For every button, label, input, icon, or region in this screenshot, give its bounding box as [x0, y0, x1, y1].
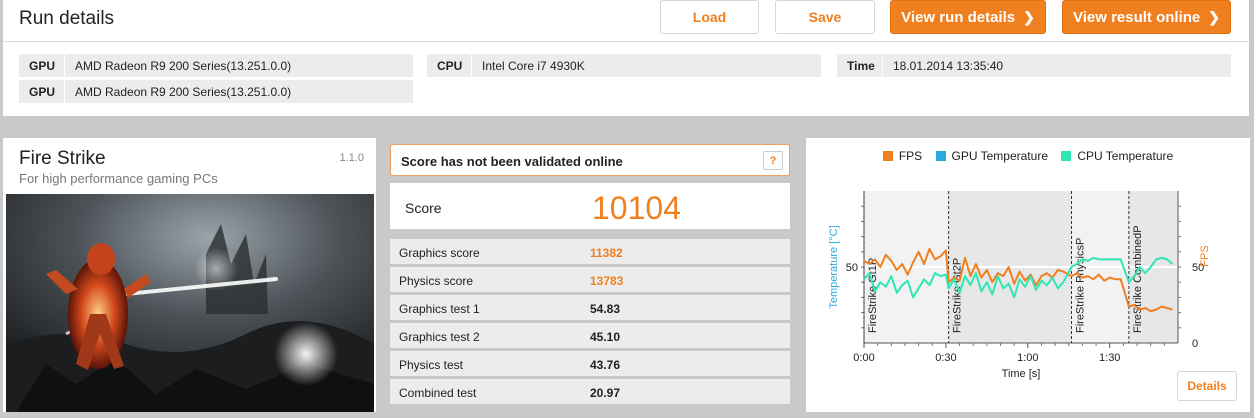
- chevron-right-icon: ❯: [1208, 8, 1220, 25]
- score-row-label: Graphics test 1: [399, 302, 480, 316]
- row-separator: [64, 80, 65, 103]
- y-axis-title-left: Temperature [°C]: [828, 225, 840, 308]
- load-button[interactable]: Load: [660, 0, 759, 34]
- score-row: Physics score 13783: [390, 267, 790, 292]
- row-separator: [64, 54, 65, 77]
- time-row: Time 18.01.2014 13:35:40: [837, 54, 1231, 77]
- save-button-label: Save: [808, 9, 842, 25]
- x-tick-label: 0:00: [853, 352, 874, 364]
- help-icon: ?: [769, 154, 777, 167]
- overall-score-box: Score 10104: [390, 183, 790, 229]
- section-label: FireStrike PhysicsP: [1075, 238, 1087, 333]
- score-row-value: 54.83: [590, 302, 621, 316]
- y-tick-label-right: 0: [1192, 338, 1198, 350]
- view-result-online-button[interactable]: View result online ❯: [1062, 0, 1231, 34]
- x-tick-label: 1:00: [1017, 352, 1038, 364]
- gpu-label: GPU: [29, 59, 56, 73]
- score-row-label: Graphics score: [399, 246, 480, 260]
- x-tick-label: 0:30: [935, 352, 956, 364]
- benchmark-artwork: [6, 194, 374, 412]
- cpu-value: Intel Core i7 4930K: [482, 59, 585, 73]
- gpu-label: GPU: [29, 85, 56, 99]
- gpu-value: AMD Radeon R9 200 Series(13.251.0.0): [75, 85, 292, 99]
- monitoring-chart-panel: FPS GPU Temperature CPU Temperature Fire…: [806, 138, 1250, 412]
- score-row-label: Graphics test 2: [399, 330, 480, 344]
- score-row-value: 11382: [590, 246, 623, 260]
- view-run-details-button[interactable]: View run details ❯: [890, 0, 1046, 34]
- score-row-value: 43.76: [590, 358, 621, 372]
- x-tick-label: 1:30: [1099, 352, 1120, 364]
- benchmark-panel: Fire Strike 1.1.0 For high performance g…: [3, 138, 376, 412]
- score-row: Graphics score 11382: [390, 239, 790, 264]
- y-tick-label-left: 50: [846, 262, 858, 274]
- validation-text: Score has not been validated online: [401, 154, 623, 169]
- load-button-label: Load: [692, 9, 727, 25]
- score-row-value: 45.10: [590, 330, 621, 344]
- score-row: Physics test 43.76: [390, 351, 790, 376]
- benchmark-version: 1.1.0: [339, 152, 364, 164]
- row-separator: [471, 54, 472, 77]
- view-result-online-label: View result online: [1073, 8, 1201, 26]
- cpu-row: CPU Intel Core i7 4930K: [427, 54, 821, 77]
- section-label: FireStrike CombinedP: [1132, 225, 1144, 333]
- y-axis-title-right: FPS: [1199, 245, 1211, 266]
- score-value: 10104: [592, 190, 681, 226]
- cpu-label: CPU: [437, 59, 463, 73]
- header-divider: [3, 41, 1249, 42]
- save-button[interactable]: Save: [775, 0, 875, 34]
- view-run-details-label: View run details: [901, 8, 1016, 26]
- gpu-row-1: GPU AMD Radeon R9 200 Series(13.251.0.0): [19, 54, 413, 77]
- score-row-value: 13783: [590, 274, 624, 288]
- gpu-value: AMD Radeon R9 200 Series(13.251.0.0): [75, 59, 292, 73]
- score-row-label: Physics test: [399, 358, 464, 372]
- time-label: Time: [847, 59, 875, 73]
- score-panel: Score has not been validated online ? Sc…: [388, 138, 791, 412]
- section-label: FireStrike Gt1P: [867, 258, 879, 333]
- score-row: Graphics test 2 45.10: [390, 323, 790, 348]
- details-button-label: Details: [1187, 379, 1227, 393]
- x-axis-title: Time [s]: [1002, 368, 1041, 380]
- score-row: Combined test 20.97: [390, 379, 790, 404]
- score-row-value: 20.97: [590, 386, 621, 400]
- score-row-label: Physics score: [399, 274, 474, 288]
- fire-strike-artwork-image: [6, 194, 374, 412]
- gpu-row-2: GPU AMD Radeon R9 200 Series(13.251.0.0): [19, 80, 413, 103]
- validation-banner: Score has not been validated online ?: [390, 144, 790, 176]
- benchmark-title: Fire Strike: [19, 148, 106, 169]
- benchmark-subtitle: For high performance gaming PCs: [19, 171, 218, 186]
- time-value: 18.01.2014 13:35:40: [893, 59, 1004, 73]
- score-label: Score: [405, 200, 442, 216]
- details-button[interactable]: Details: [1177, 371, 1237, 401]
- page-title: Run details: [19, 8, 115, 29]
- help-button[interactable]: ?: [763, 151, 783, 170]
- row-separator: [882, 54, 883, 77]
- score-row-label: Combined test: [399, 386, 477, 400]
- chevron-right-icon: ❯: [1023, 8, 1035, 25]
- score-row: Graphics test 1 54.83: [390, 295, 790, 320]
